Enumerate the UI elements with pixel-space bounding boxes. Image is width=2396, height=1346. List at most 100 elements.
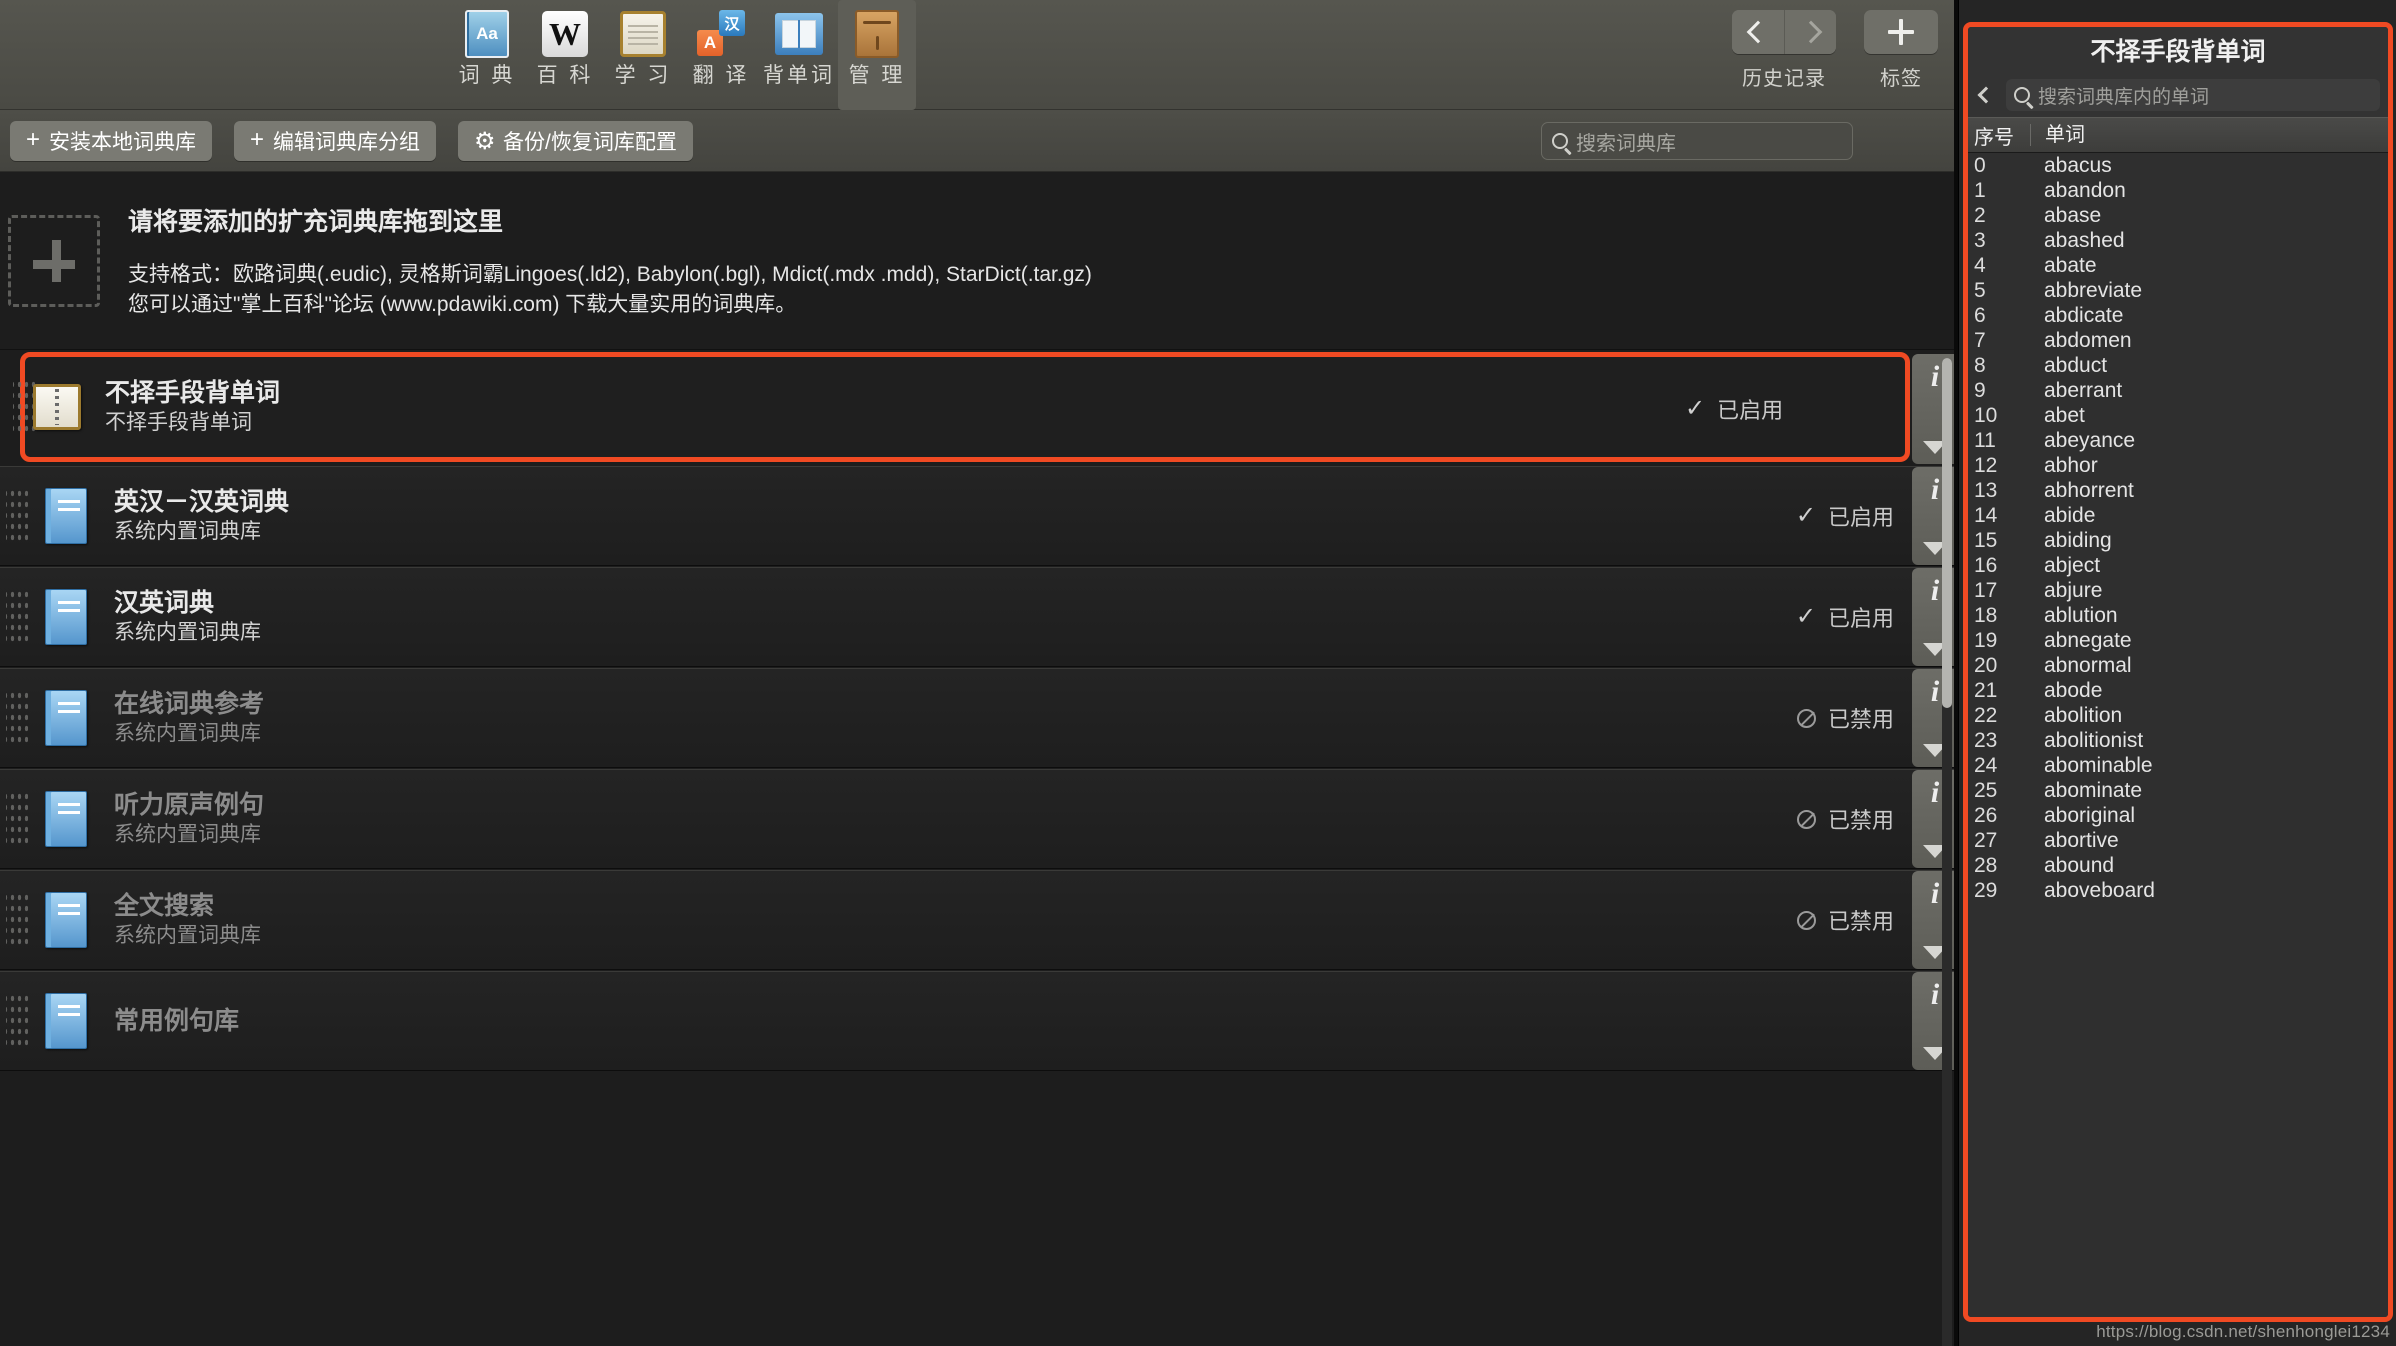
drag-drop-zone[interactable]: 请将要添加的扩充词典库拖到这里 支持格式：欧路词典(.eudic), 灵格斯词霸… <box>0 172 1958 350</box>
toolbar-tab-group: Aa 词 典 W 百 科 学 习 A 汉 翻 译 背单词 管 理 <box>448 0 916 110</box>
drop-zone-forum: 您可以通过"掌上百科"论坛 (www.pdawiki.com) 下载大量实用的词… <box>128 292 797 316</box>
toolbar-tab-encyclopedia[interactable]: W 百 科 <box>526 0 604 110</box>
column-header-word[interactable]: 单词 <box>2030 124 2388 146</box>
info-icon[interactable]: i <box>1931 978 1939 1012</box>
blue-book-icon <box>40 791 92 847</box>
add-tag-button[interactable] <box>1864 10 1938 54</box>
chevron-left-icon[interactable] <box>1977 86 1995 104</box>
notebook-icon <box>31 384 83 430</box>
list-item[interactable]: 4 abate <box>1968 253 2388 278</box>
status-badge: 已启用 <box>1827 606 1894 631</box>
table-row[interactable]: 常用例句库 i <box>0 971 1958 1071</box>
drag-grip-icon[interactable] <box>6 993 28 1049</box>
list-item[interactable]: 28 abound <box>1968 853 2388 878</box>
word-index: 15 <box>1974 528 1998 552</box>
toolbar-tab-label: 背单词 <box>763 64 835 87</box>
dictionary-title: 在线词典参考 <box>114 690 265 718</box>
list-item[interactable]: 2 abase <box>1968 203 2388 228</box>
dictionary-search-box[interactable]: 搜索词典库 <box>1541 122 1853 160</box>
list-item[interactable]: 16 abject <box>1968 553 2388 578</box>
table-row[interactable]: 全文搜索 系统内置词典库 已禁用 i <box>0 870 1958 970</box>
dictionary-row-status: 已禁用 <box>1796 803 1894 835</box>
word-text: abide <box>2044 503 2096 527</box>
edit-dictionary-groups-button[interactable]: + 编辑词典库分组 <box>234 120 437 161</box>
list-item[interactable]: 1 abandon <box>1968 178 2388 203</box>
drag-grip-icon[interactable] <box>6 589 28 645</box>
list-item[interactable]: 23 abolitionist <box>1968 728 2388 753</box>
list-item[interactable]: 13 abhorrent <box>1968 478 2388 503</box>
drag-grip-icon[interactable] <box>6 892 28 948</box>
info-icon[interactable]: i <box>1931 675 1939 709</box>
list-item[interactable]: 11 abeyance <box>1968 428 2388 453</box>
drag-grip-icon[interactable] <box>6 791 28 847</box>
word-text: abandon <box>2044 178 2126 202</box>
list-item[interactable]: 25 abominate <box>1968 778 2388 803</box>
list-item[interactable]: 26 aboriginal <box>1968 803 2388 828</box>
list-item[interactable]: 24 abominable <box>1968 753 2388 778</box>
list-item[interactable]: 3 abashed <box>1968 228 2388 253</box>
list-item[interactable]: 29 aboveboard <box>1968 878 2388 903</box>
toolbar-tab-study[interactable]: 学 习 <box>604 0 682 110</box>
history-back-button[interactable] <box>1732 10 1784 54</box>
dictionary-title: 英汉－汉英词典 <box>114 488 290 516</box>
dictionary-row-status: 已禁用 <box>1796 702 1894 734</box>
plus-dashed-icon <box>8 214 100 307</box>
list-item[interactable]: 7 abdomen <box>1968 328 2388 353</box>
info-icon[interactable]: i <box>1931 473 1939 507</box>
list-item[interactable]: 22 abolition <box>1968 703 2388 728</box>
word-index: 21 <box>1974 678 1998 702</box>
content-scrollbar[interactable] <box>1942 358 1952 1346</box>
word-text: abacus <box>2044 153 2112 177</box>
drag-grip-icon[interactable] <box>6 690 28 746</box>
word-index: 6 <box>1974 303 1986 327</box>
table-row[interactable]: 英汉－汉英词典 系统内置词典库 ✓ 已启用 i <box>0 466 1958 566</box>
install-local-dictionary-button[interactable]: + 安装本地词典库 <box>10 120 213 161</box>
list-item[interactable]: 21 abode <box>1968 678 2388 703</box>
list-item[interactable]: 0 abacus <box>1968 153 2388 178</box>
toolbar-tab-translate[interactable]: A汉 翻 译 <box>682 0 760 110</box>
word-index: 11 <box>1974 428 1996 452</box>
list-item[interactable]: 19 abnegate <box>1968 628 2388 653</box>
list-item[interactable]: 8 abduct <box>1968 353 2388 378</box>
ban-icon <box>1796 809 1816 829</box>
table-row[interactable]: 汉英词典 系统内置词典库 ✓ 已启用 i <box>0 567 1958 667</box>
word-index: 29 <box>1974 878 1998 902</box>
list-item[interactable]: 14 abide <box>1968 503 2388 528</box>
info-icon[interactable]: i <box>1931 574 1939 608</box>
info-icon[interactable]: i <box>1931 360 1939 394</box>
word-index: 28 <box>1974 853 1998 877</box>
word-text: abet <box>2044 403 2085 427</box>
list-item[interactable]: 27 abortive <box>1968 828 2388 853</box>
info-icon[interactable]: i <box>1931 776 1939 810</box>
table-row[interactable]: 听力原声例句 系统内置词典库 已禁用 i <box>0 769 1958 869</box>
list-item[interactable]: 6 abdicate <box>1968 303 2388 328</box>
toolbar-tab-memorize-words[interactable]: 背单词 <box>760 0 838 110</box>
drag-grip-icon[interactable] <box>13 379 35 435</box>
list-item[interactable]: 9 aberrant <box>1968 378 2388 403</box>
list-item[interactable]: 17 abjure <box>1968 578 2388 603</box>
app-window: Aa 词 典 W 百 科 学 习 A 汉 翻 译 背单词 管 理 历史记录 标签… <box>0 0 2396 1346</box>
word-index: 5 <box>1974 278 1986 302</box>
scrollbar-thumb[interactable] <box>1942 358 1952 708</box>
table-row[interactable]: 在线词典参考 系统内置词典库 已禁用 i <box>0 668 1958 768</box>
column-header-index[interactable]: 序号 <box>1968 121 2030 150</box>
word-text: abode <box>2044 678 2103 702</box>
table-row[interactable]: 不择手段背单词 不择手段背单词 <box>13 352 1910 462</box>
toolbar-tab-label: 学 习 <box>614 64 672 87</box>
toolbar-tab-label: 百 科 <box>536 64 594 87</box>
drag-grip-icon[interactable] <box>6 488 28 544</box>
list-item[interactable]: 10 abet <box>1968 403 2388 428</box>
list-item[interactable]: 18 ablution <box>1968 603 2388 628</box>
word-table-body[interactable]: 0 abacus 1 abandon 2 abase 3 abashed 4 abate … <box>1968 153 2388 1317</box>
word-table-header: 序号 单词 <box>1968 117 2388 153</box>
toolbar-tab-dictionary[interactable]: Aa 词 典 <box>448 0 526 110</box>
info-icon[interactable]: i <box>1931 877 1939 911</box>
list-item[interactable]: 20 abnormal <box>1968 653 2388 678</box>
history-forward-button[interactable] <box>1784 10 1836 54</box>
word-search-input[interactable]: 搜索词典库内的单词 <box>2006 79 2380 111</box>
list-item[interactable]: 5 abbreviate <box>1968 278 2388 303</box>
list-item[interactable]: 15 abiding <box>1968 528 2388 553</box>
list-item[interactable]: 12 abhor <box>1968 453 2388 478</box>
toolbar-tab-manage[interactable]: 管 理 <box>838 0 916 110</box>
backup-restore-button[interactable]: 备份/恢复词库配置 <box>458 120 693 161</box>
